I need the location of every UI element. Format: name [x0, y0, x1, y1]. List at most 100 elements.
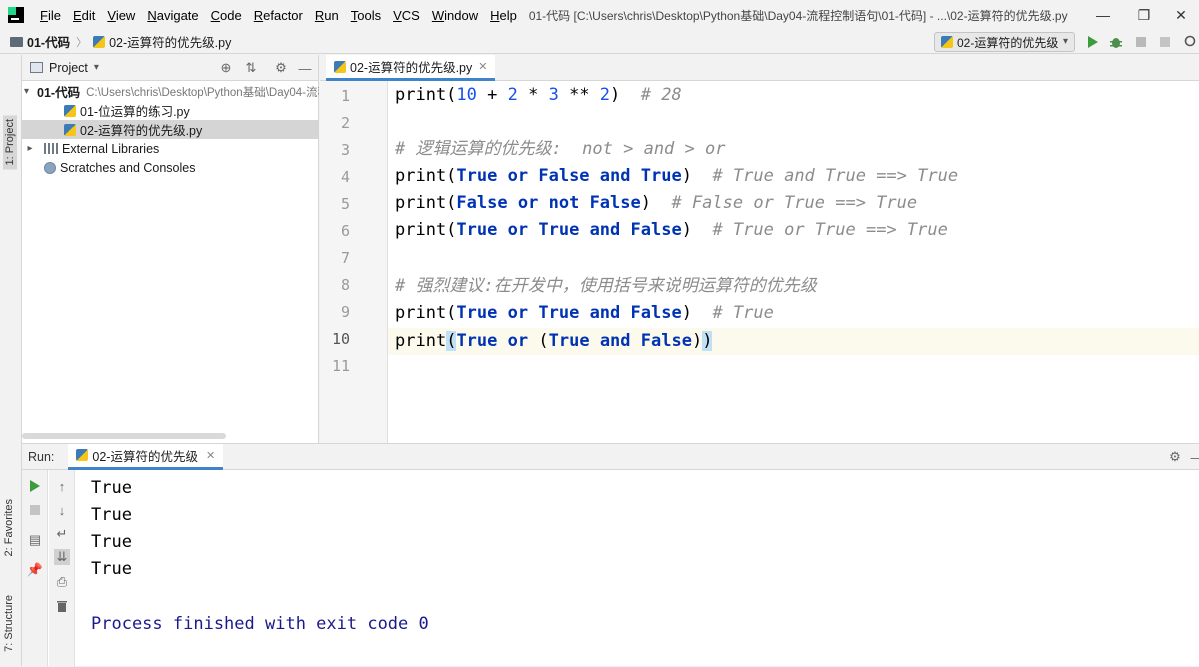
chevron-down-icon[interactable]: ▾	[24, 86, 29, 97]
pin-tab-button[interactable]: 📌	[27, 562, 43, 578]
scroll-to-end-button[interactable]: ⇊	[54, 549, 70, 565]
code-line-8[interactable]: # 强烈建议:在开发中，使用括号来说明运算符的优先级	[395, 273, 817, 300]
code-token: )	[641, 193, 672, 213]
chevron-right-icon[interactable]: ▸	[24, 143, 36, 154]
console-output-line: True	[91, 478, 132, 498]
code-keyword: and	[590, 303, 621, 323]
stop-icon	[1159, 36, 1171, 48]
breadcrumb-separator-icon: 〉	[76, 34, 87, 50]
code-space	[508, 193, 518, 213]
code-space	[497, 166, 507, 186]
menu-bar: File Edit View Navigate Code Refactor Ru…	[0, 0, 1199, 30]
code-comment: # 逻辑运算的优先级: not > and > or	[395, 139, 725, 159]
tab-favorites[interactable]: 2: Favorites	[3, 499, 15, 556]
search-everywhere-button[interactable]	[1183, 34, 1199, 50]
gear-icon: ⚙	[1169, 449, 1181, 465]
code-line-9[interactable]: print(True or True and False) # True	[395, 300, 774, 327]
menu-edit[interactable]: Edit	[67, 8, 101, 23]
menu-navigate[interactable]: Navigate	[141, 8, 204, 23]
tree-item-file[interactable]: 01-位运算的练习.py	[22, 101, 319, 120]
code-token: print(	[395, 166, 456, 186]
tab-editor-file[interactable]: 02-运算符的优先级.py ✕	[326, 55, 495, 81]
debug-button[interactable]	[1108, 34, 1124, 50]
menu-run[interactable]: Run	[309, 8, 345, 23]
arrow-down-icon: ↓	[59, 503, 66, 518]
code-space	[538, 193, 548, 213]
run-button[interactable]	[1085, 34, 1101, 50]
code-keyword: False	[538, 166, 589, 186]
tree-item-path: C:\Users\chris\Desktop\Python基础\Day04-流程…	[86, 84, 319, 100]
clear-all-button[interactable]	[54, 598, 70, 614]
menu-file[interactable]: File	[34, 8, 67, 23]
code-keyword: True	[456, 331, 497, 351]
tab-structure[interactable]: 7: Structure	[3, 595, 15, 652]
code-token: print(	[395, 85, 456, 105]
code-line-6[interactable]: print(True or True and False) # True or …	[395, 217, 948, 244]
menu-code[interactable]: Code	[205, 8, 248, 23]
locate-file-button[interactable]: ⊕	[218, 60, 234, 76]
scroll-up-button[interactable]: ↑	[54, 478, 70, 494]
python-file-icon	[941, 36, 953, 48]
window-title: 01-代码 [C:\Users\chris\Desktop\Python基础\D…	[529, 7, 1068, 24]
tree-item-scratches[interactable]: Scratches and Consoles	[22, 158, 319, 177]
stop-button[interactable]	[1157, 34, 1173, 50]
close-tab-icon[interactable]: ✕	[206, 449, 215, 462]
code-line-3[interactable]: # 逻辑运算的优先级: not > and > or	[395, 136, 725, 163]
code-space	[528, 303, 538, 323]
stop-icon	[30, 505, 40, 515]
arrow-up-icon: ↑	[59, 479, 66, 494]
coverage-button[interactable]	[1133, 34, 1149, 50]
left-tool-strip: 1: Project 2: Favorites 7: Structure	[0, 55, 22, 666]
chevron-down-icon: ▾	[1063, 36, 1068, 47]
print-button[interactable]: ⎙	[54, 574, 70, 590]
stop-run-button[interactable]	[27, 502, 43, 518]
horizontal-scrollbar[interactable]	[22, 433, 226, 439]
menu-refactor[interactable]: Refactor	[248, 8, 309, 23]
project-panel: Project ▾ ⊕ ⇅ ⚙ — ▾ 01-代码 C:\Users\chris…	[22, 55, 319, 443]
tree-item-label: 01-代码	[37, 82, 80, 101]
code-line-1[interactable]: print(10 + 2 * 3 ** 2) # 28	[395, 82, 682, 109]
code-line-10[interactable]: print(True or (True and False))	[395, 328, 712, 355]
code-editor: 02-运算符的优先级.py ✕ 1 2 3 4 5 6 7 8 9 10 11 …	[320, 55, 1199, 443]
code-space	[497, 220, 507, 240]
tree-item-file-selected[interactable]: 02-运算符的优先级.py	[22, 120, 319, 139]
minimize-icon: —	[299, 61, 312, 76]
code-space	[579, 193, 589, 213]
collapse-all-button[interactable]: ⇅	[243, 60, 259, 76]
scroll-down-button[interactable]: ↓	[54, 502, 70, 518]
tab-project[interactable]: 1: Project	[3, 115, 17, 169]
close-window-button[interactable]: ✕	[1163, 0, 1199, 30]
menu-view[interactable]: View	[101, 8, 141, 23]
code-number: 2	[508, 85, 518, 105]
menu-tools[interactable]: Tools	[345, 8, 387, 23]
code-keyword: True	[538, 220, 579, 240]
project-panel-title[interactable]: Project	[49, 61, 88, 75]
code-line-5[interactable]: print(False or not False) # False or Tru…	[395, 190, 917, 217]
breadcrumb-root[interactable]: 01-代码	[27, 32, 70, 51]
code-keyword: True	[641, 166, 682, 186]
soft-wrap-button[interactable]: ↵	[54, 526, 70, 542]
menu-vcs[interactable]: VCS	[387, 8, 426, 23]
rerun-button[interactable]	[27, 478, 43, 494]
minimize-button[interactable]: —	[1085, 0, 1121, 30]
code-line-4[interactable]: print(True or False and True) # True and…	[395, 163, 958, 190]
layout-button[interactable]: ▤	[27, 532, 43, 548]
hide-panel-button[interactable]: —	[297, 60, 313, 76]
code-token: )	[682, 220, 713, 240]
hide-run-panel-button[interactable]: —	[1189, 449, 1199, 465]
menu-help[interactable]: Help	[484, 8, 523, 23]
run-configuration-select[interactable]: 02-运算符的优先级 ▾	[934, 32, 1075, 52]
wrap-icon: ↵	[57, 526, 68, 542]
close-tab-icon[interactable]: ✕	[478, 60, 487, 73]
tab-run-config[interactable]: 02-运算符的优先级 ✕	[68, 444, 223, 470]
project-panel-header: Project ▾ ⊕ ⇅ ⚙ —	[22, 55, 318, 81]
breadcrumb-file[interactable]: 02-运算符的优先级.py	[109, 32, 231, 51]
maximize-button[interactable]: ❐	[1126, 0, 1162, 30]
crosshair-icon: ⊕	[221, 60, 232, 76]
settings-button[interactable]: ⚙	[273, 60, 289, 76]
tree-item-root-folder[interactable]: ▾ 01-代码 C:\Users\chris\Desktop\Python基础\…	[22, 82, 319, 101]
tree-item-external-libraries[interactable]: ▸ External Libraries	[22, 139, 319, 158]
menu-window[interactable]: Window	[426, 8, 484, 23]
run-settings-button[interactable]: ⚙	[1167, 449, 1183, 465]
chevron-down-icon[interactable]: ▾	[94, 62, 99, 73]
